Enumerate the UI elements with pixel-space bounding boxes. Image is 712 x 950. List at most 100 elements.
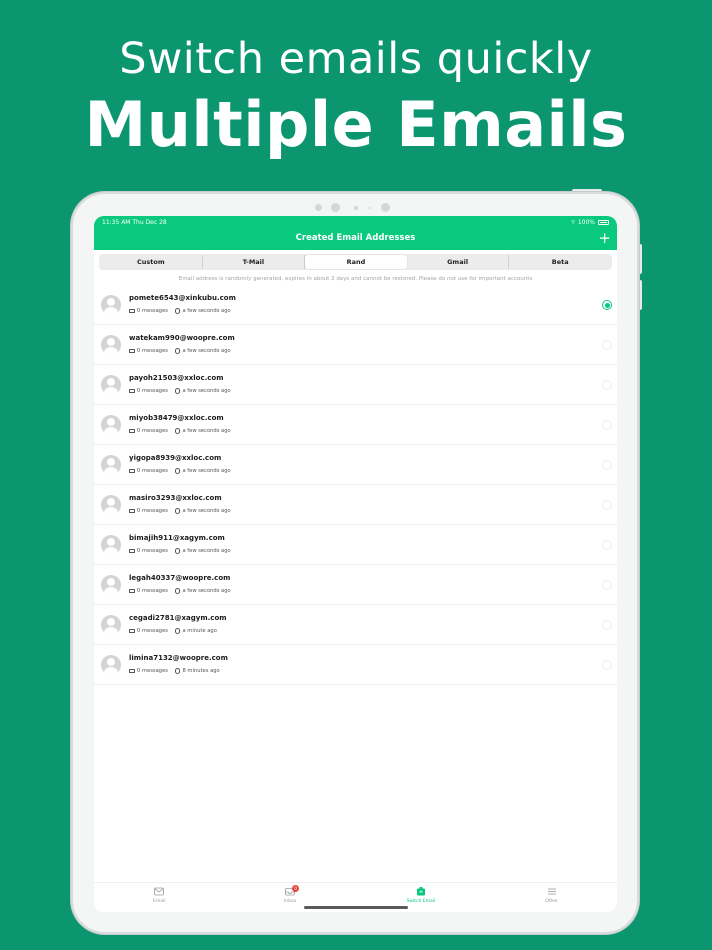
avatar-icon [101, 335, 121, 355]
email-meta: 0 messages a few seconds ago [129, 428, 231, 434]
avatar-icon [101, 575, 121, 595]
select-radio[interactable] [602, 380, 612, 390]
email-list-item[interactable]: pomete6543@xinkubu.com 0 messages a few … [94, 285, 617, 325]
select-radio[interactable] [602, 420, 612, 430]
switch-email-icon [416, 887, 425, 896]
email-meta: 0 messages 8 minutes ago [129, 668, 220, 674]
status-right: ▿ 100% [571, 218, 609, 226]
tablet-device: 11:35 AM Thu Dec 28 ▿ 100% Created Email… [71, 192, 639, 934]
sensor-dot [369, 207, 371, 209]
message-count: 0 messages [137, 548, 168, 554]
segment-rand[interactable]: Rand [305, 255, 407, 269]
created-time: a few seconds ago [182, 348, 231, 354]
clock-icon [174, 428, 181, 434]
select-radio[interactable] [602, 500, 612, 510]
email-address: watekam990@woopre.com [129, 334, 235, 342]
wifi-icon: ▿ [571, 218, 575, 226]
email-address: pomete6543@xinkubu.com [129, 294, 236, 302]
email-address: limina7132@woopre.com [129, 654, 228, 662]
mail-icon [129, 588, 135, 594]
email-address: yigopa8939@xxloc.com [129, 454, 222, 462]
select-radio[interactable] [602, 340, 612, 350]
mail-icon [129, 308, 135, 314]
sensor-dot [354, 206, 358, 210]
email-list-item[interactable]: cegadi2781@xagym.com 0 messages a minute… [94, 605, 617, 645]
mail-icon [129, 388, 135, 394]
camera-lens [331, 203, 340, 212]
created-time: 8 minutes ago [182, 668, 220, 674]
select-radio[interactable] [602, 300, 612, 310]
email-address: payoh21503@xxloc.com [129, 374, 224, 382]
email-address: miyob38479@xxloc.com [129, 414, 224, 422]
email-list-item[interactable]: watekam990@woopre.com 0 messages a few s… [94, 325, 617, 365]
headline-primary: Switch emails quickly [119, 34, 593, 84]
tab-other-label: Other [545, 899, 559, 904]
battery-icon [598, 219, 609, 225]
headline-secondary: Multiple Emails [84, 88, 628, 161]
select-radio[interactable] [602, 620, 612, 630]
clock-icon [174, 628, 181, 634]
segment-t-mail[interactable]: T-Mail [203, 255, 306, 269]
email-type-segmented-control: Custom T-Mail Rand Gmail Beta [99, 254, 612, 270]
expiry-notice: Email address is randomly generated, exp… [178, 276, 533, 282]
created-time: a few seconds ago [182, 508, 231, 514]
home-indicator[interactable] [304, 906, 408, 909]
tab-email[interactable]: Email [94, 883, 225, 912]
mail-icon [129, 348, 135, 354]
email-list-item[interactable]: legah40337@woopre.com 0 messages a few s… [94, 565, 617, 605]
avatar-icon [101, 375, 121, 395]
app-screen: 11:35 AM Thu Dec 28 ▿ 100% Created Email… [94, 216, 617, 912]
tab-inbox-label: Inbox [283, 899, 297, 904]
message-count: 0 messages [137, 588, 168, 594]
segment-custom[interactable]: Custom [100, 255, 203, 269]
email-address: bimajih911@xagym.com [129, 534, 225, 542]
email-meta: 0 messages a few seconds ago [129, 508, 231, 514]
status-time: 11:35 AM Thu Dec 28 [102, 219, 167, 226]
segment-beta[interactable]: Beta [509, 255, 611, 269]
clock-icon [174, 668, 181, 674]
select-radio[interactable] [602, 580, 612, 590]
clock-icon [174, 548, 181, 554]
mail-icon [129, 428, 135, 434]
tab-other[interactable]: Other [486, 883, 617, 912]
message-count: 0 messages [137, 388, 168, 394]
segment-gmail[interactable]: Gmail [407, 255, 510, 269]
message-count: 0 messages [137, 348, 168, 354]
email-address: masiro3293@xxloc.com [129, 494, 222, 502]
email-list-item[interactable]: miyob38479@xxloc.com 0 messages a few se… [94, 405, 617, 445]
select-radio[interactable] [602, 540, 612, 550]
camera-lens [381, 203, 390, 212]
tab-email-label: Email [153, 899, 166, 904]
email-address: cegadi2781@xagym.com [129, 614, 227, 622]
avatar-icon [101, 615, 121, 635]
clock-icon [174, 508, 181, 514]
email-meta: 0 messages a few seconds ago [129, 388, 231, 394]
email-list-item[interactable]: limina7132@woopre.com 0 messages 8 minut… [94, 645, 617, 685]
add-email-button[interactable]: + [598, 229, 611, 247]
message-count: 0 messages [137, 628, 168, 634]
created-time: a few seconds ago [182, 308, 231, 314]
message-count: 0 messages [137, 428, 168, 434]
email-list: pomete6543@xinkubu.com 0 messages a few … [94, 285, 617, 685]
battery-percent: 100% [577, 218, 595, 226]
avatar-icon [101, 455, 121, 475]
created-time: a few seconds ago [182, 588, 231, 594]
avatar-icon [101, 415, 121, 435]
message-count: 0 messages [137, 468, 168, 474]
email-list-item[interactable]: bimajih911@xagym.com 0 messages a few se… [94, 525, 617, 565]
message-count: 0 messages [137, 508, 168, 514]
created-time: a few seconds ago [182, 388, 231, 394]
mail-icon [154, 887, 165, 896]
created-time: a minute ago [182, 628, 217, 634]
email-list-item[interactable]: masiro3293@xxloc.com 0 messages a few se… [94, 485, 617, 525]
inbox-badge: 0 [292, 885, 300, 892]
nav-bar: Created Email Addresses + [94, 229, 617, 250]
select-radio[interactable] [602, 660, 612, 670]
email-list-item[interactable]: payoh21503@xxloc.com 0 messages a few se… [94, 365, 617, 405]
email-meta: 0 messages a few seconds ago [129, 348, 231, 354]
created-time: a few seconds ago [182, 428, 231, 434]
email-list-item[interactable]: yigopa8939@xxloc.com 0 messages a few se… [94, 445, 617, 485]
select-radio[interactable] [602, 460, 612, 470]
mail-icon [129, 628, 135, 634]
message-count: 0 messages [137, 668, 168, 674]
